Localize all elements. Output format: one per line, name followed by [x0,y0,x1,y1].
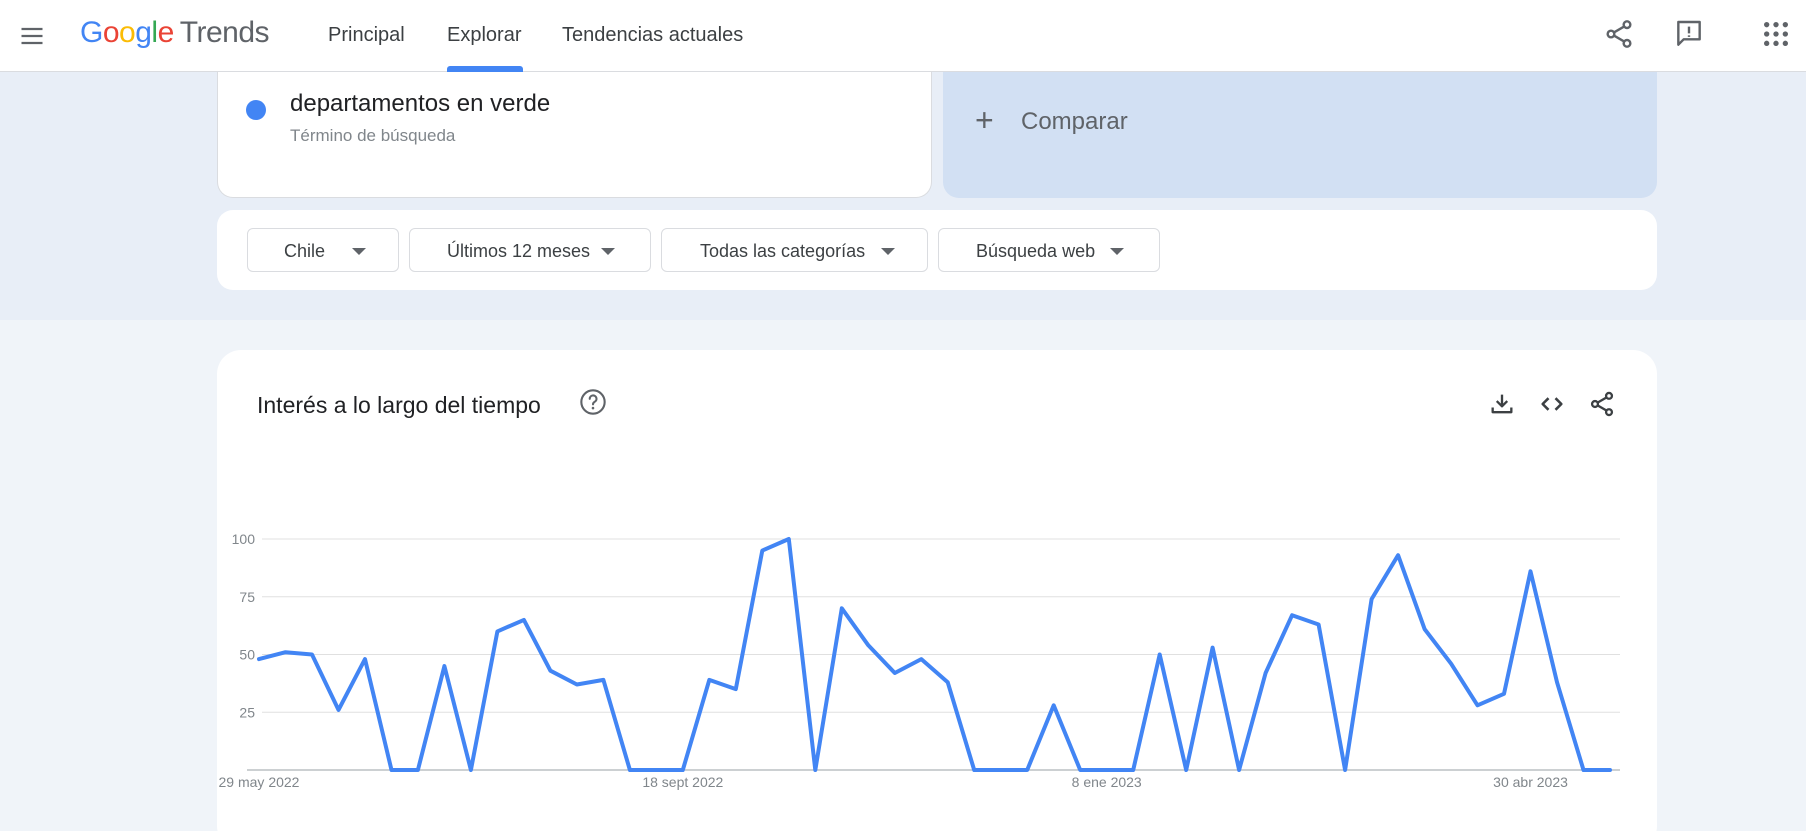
data-point[interactable] [1155,650,1165,660]
data-point[interactable] [1579,765,1589,775]
data-point[interactable] [1022,765,1032,775]
y-tick-label: 75 [239,589,255,605]
data-point[interactable] [386,765,396,775]
y-tick-label: 50 [239,647,255,663]
data-point[interactable] [810,765,820,775]
google-trends-logo[interactable]: Google Trends [80,16,270,50]
data-point[interactable] [1287,610,1297,620]
search-term-type: Término de búsqueda [290,126,456,145]
tab-explorar[interactable]: Explorar [447,24,521,47]
filter-time-range[interactable]: Últimos 12 meses [409,228,651,272]
x-tick-label: 29 may 2022 [219,774,300,790]
data-point[interactable] [678,765,688,775]
data-point[interactable] [572,680,582,690]
share-icon[interactable] [1603,18,1635,50]
search-term-card[interactable]: departamentos en verde Término de búsque… [217,72,932,198]
top-bar: Google Trends Principal Explorar Tendenci… [0,0,1806,72]
data-point[interactable] [466,765,476,775]
data-point[interactable] [916,654,926,664]
data-point[interactable] [943,677,953,687]
active-tab-indicator [447,66,523,72]
y-tick-label: 100 [232,531,256,547]
data-point[interactable] [784,534,794,544]
interest-over-time-card: Interés a lo largo del tiempo 25 50 75 100 2… [217,350,1657,831]
interest-line-chart: 25 50 75 100 29 may 2022 18 sept 2022 8 ene 20… [219,531,1620,790]
data-point[interactable] [890,668,900,678]
x-tick-label: 18 sept 2022 [642,774,723,790]
data-point[interactable] [1393,550,1403,560]
menu-icon[interactable] [18,22,46,50]
data-point[interactable] [837,603,847,613]
data-point[interactable] [863,640,873,650]
data-point[interactable] [1526,566,1536,576]
data-point[interactable] [996,765,1006,775]
data-point[interactable] [1261,668,1271,678]
x-tick-label: 8 ene 2023 [1072,774,1142,790]
data-point[interactable] [307,650,317,660]
data-point[interactable] [1367,594,1377,604]
x-tick-label: 30 abr 2023 [1493,774,1568,790]
data-point[interactable] [1473,700,1483,710]
data-point[interactable] [1128,765,1138,775]
data-point[interactable] [1446,659,1456,669]
data-point[interactable] [1234,765,1244,775]
plus-icon: + [975,102,994,138]
data-point[interactable] [1605,765,1615,775]
data-point[interactable] [439,661,449,671]
data-point[interactable] [1049,700,1059,710]
filter-category[interactable]: Todas las categorías [661,228,928,272]
data-point[interactable] [280,647,290,657]
filter-search-type[interactable]: Búsqueda web [938,228,1160,272]
data-point[interactable] [1499,689,1509,699]
filters-bar: Chile Últimos 12 meses Todas las categor… [217,210,1657,290]
data-point[interactable] [1208,643,1218,653]
data-point[interactable] [1340,765,1350,775]
tab-tendencias-actuales[interactable]: Tendencias actuales [562,24,743,47]
data-point[interactable] [413,765,423,775]
data-point[interactable] [1314,619,1324,629]
data-point[interactable] [1181,765,1191,775]
search-term-name[interactable]: departamentos en verde [290,90,550,118]
term-color-dot [246,100,266,120]
data-point[interactable] [1552,677,1562,687]
compare-label: Comparar [1021,108,1128,135]
filter-region[interactable]: Chile [247,228,399,272]
data-point[interactable] [704,675,714,685]
data-point[interactable] [360,654,370,664]
y-tick-label: 25 [239,704,255,720]
data-point[interactable] [545,666,555,676]
data-point[interactable] [731,684,741,694]
chevron-down-icon [352,248,366,255]
data-point[interactable] [598,675,608,685]
data-point[interactable] [254,654,264,664]
data-point[interactable] [519,615,529,625]
data-point[interactable] [1102,765,1112,775]
data-point[interactable] [651,765,661,775]
chevron-down-icon [1110,248,1124,255]
chevron-down-icon [881,248,895,255]
tab-principal[interactable]: Principal [328,24,405,47]
data-point[interactable] [1075,765,1085,775]
data-point[interactable] [757,546,767,556]
compare-button[interactable]: + Comparar [943,72,1657,198]
feedback-icon[interactable] [1673,18,1705,50]
apps-icon[interactable] [1760,18,1792,50]
data-point[interactable] [492,626,502,636]
data-point[interactable] [625,765,635,775]
data-point[interactable] [969,765,979,775]
data-point[interactable] [333,705,343,715]
chevron-down-icon [601,248,615,255]
data-point[interactable] [1420,624,1430,634]
